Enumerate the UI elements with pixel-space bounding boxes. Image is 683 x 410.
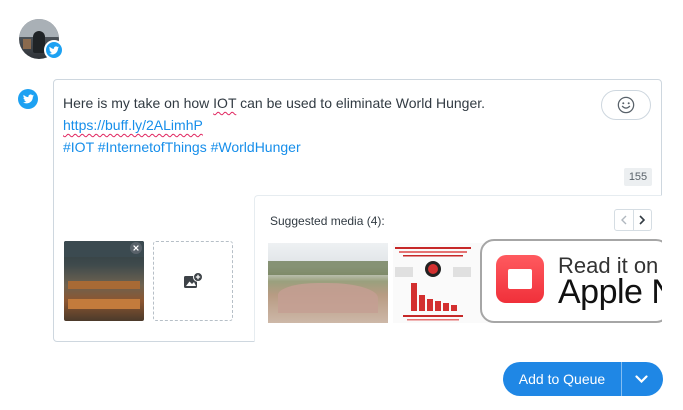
post-textarea[interactable]: Here is my take on how IOT can be used t… [63, 92, 583, 158]
avatar-detail [23, 39, 31, 49]
queue-options-dropdown[interactable] [621, 362, 661, 396]
misspelled-word: IOT [213, 95, 237, 111]
chevron-down-icon [635, 375, 648, 383]
suggested-media-panel: Suggested media (4): Read it on Apple [254, 195, 662, 342]
suggested-media-item[interactable]: Read it on Apple N [480, 239, 662, 323]
next-button[interactable] [632, 210, 652, 230]
remove-image-button[interactable] [130, 242, 142, 254]
food-waste-infographic [395, 247, 471, 321]
post-composer[interactable]: Here is my take on how IOT can be used t… [53, 79, 662, 342]
post-link-line: https://buff.ly/2ALimhP [63, 114, 583, 136]
landfill-photo-heap [278, 283, 378, 313]
book-page-shape [508, 269, 532, 289]
landfill-photo-trees [268, 261, 388, 275]
add-image-icon [184, 272, 203, 288]
suggested-media-nav [614, 209, 652, 231]
suggested-media-item[interactable] [268, 243, 388, 323]
apple-books-line2: Apple N [558, 273, 662, 311]
add-to-queue-button[interactable]: Add to Queue [503, 362, 663, 396]
apple-books-icon [496, 255, 544, 303]
post-hashtags-line: #IOT #InternetofThings #WorldHunger [63, 136, 583, 158]
add-to-queue-label: Add to Queue [518, 371, 606, 387]
twitter-network-icon [18, 89, 38, 109]
post-text-line: Here is my take on how IOT can be used t… [63, 92, 583, 114]
character-count: 155 [624, 168, 652, 186]
smiley-icon [617, 96, 635, 114]
image-produce [68, 299, 140, 309]
twitter-badge-icon [44, 40, 64, 60]
emoji-picker-button[interactable] [601, 90, 651, 120]
close-icon [133, 245, 139, 251]
previous-button[interactable] [615, 210, 633, 230]
post-link[interactable]: https://buff.ly/2ALimhP [63, 117, 203, 133]
post-text-before: Here is my take on how [63, 95, 214, 111]
chevron-left-icon [620, 215, 627, 225]
chevron-right-icon [639, 215, 646, 225]
suggested-media-label: Suggested media (4): [270, 214, 385, 228]
post-hashtags[interactable]: #IOT #InternetofThings #WorldHunger [63, 139, 301, 155]
add-media-button[interactable] [153, 241, 233, 321]
image-produce [68, 281, 140, 289]
post-text-after: can be used to eliminate World Hunger. [236, 95, 486, 111]
